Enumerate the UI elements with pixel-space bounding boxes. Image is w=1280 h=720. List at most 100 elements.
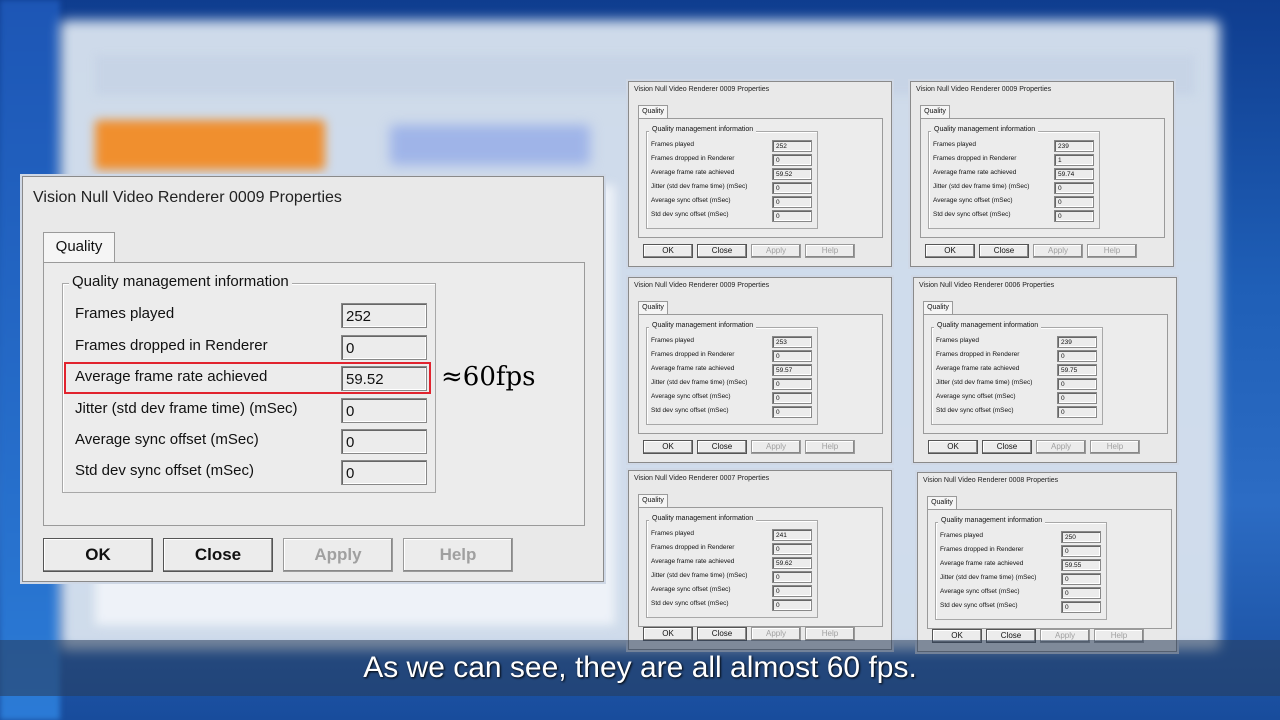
apply-button[interactable]: Apply <box>1033 244 1083 258</box>
row-label: Std dev sync offset (mSec) <box>651 600 729 607</box>
main-row-value-field[interactable]: 0 <box>341 429 427 454</box>
row-value-field[interactable]: 59.52 <box>772 168 812 180</box>
close-button[interactable]: Close <box>697 440 747 454</box>
row-value-field[interactable]: 0 <box>1057 378 1097 390</box>
row-value-field[interactable]: 253 <box>772 336 812 348</box>
tab-quality[interactable]: Quality <box>927 496 957 510</box>
row-value-field[interactable]: 0 <box>1054 210 1094 222</box>
ok-button[interactable]: OK <box>928 440 978 454</box>
row-value-field[interactable]: 59.62 <box>772 557 812 569</box>
row-label: Std dev sync offset (mSec) <box>933 211 1011 218</box>
apply-button[interactable]: Apply <box>751 440 801 454</box>
row-label: Average frame rate achieved <box>933 169 1017 176</box>
close-button[interactable]: Close <box>163 538 273 572</box>
tab-quality[interactable]: Quality <box>638 301 668 315</box>
row-value-field[interactable]: 0 <box>772 599 812 611</box>
help-button[interactable]: Help <box>805 440 855 454</box>
main-row-value-field[interactable]: 0 <box>341 460 427 485</box>
row-label: Jitter (std dev frame time) (mSec) <box>936 379 1033 386</box>
row-value-field[interactable]: 0 <box>772 196 812 208</box>
tab-quality[interactable]: Quality <box>638 105 668 119</box>
group-label: Quality management information <box>69 273 292 290</box>
row-value-field[interactable]: 0 <box>772 392 812 404</box>
close-button[interactable]: Close <box>979 244 1029 258</box>
row-value-field[interactable]: 59.74 <box>1054 168 1094 180</box>
row-label: Frames dropped in Renderer <box>940 546 1024 553</box>
ok-button[interactable]: OK <box>643 627 693 641</box>
row-value-field[interactable]: 250 <box>1061 531 1101 543</box>
help-button[interactable]: Help <box>1090 440 1140 454</box>
row-value-field[interactable]: 0 <box>772 571 812 583</box>
row-value-field[interactable]: 0 <box>1054 196 1094 208</box>
ok-button[interactable]: OK <box>43 538 153 572</box>
main-row-value-field[interactable]: 0 <box>341 398 427 423</box>
apply-button[interactable]: Apply <box>751 627 801 641</box>
row-label: Frames played <box>651 530 694 537</box>
close-button[interactable]: Close <box>697 244 747 258</box>
main-row-value-field[interactable]: 252 <box>341 303 427 328</box>
row-value-field[interactable]: 0 <box>772 350 812 362</box>
row-value-field[interactable]: 0 <box>772 210 812 222</box>
dialog-title: Vision Null Video Renderer 0009 Properti… <box>916 86 1052 93</box>
ok-button[interactable]: OK <box>643 440 693 454</box>
row-value-field[interactable]: 0 <box>772 543 812 555</box>
row-value-field[interactable]: 0 <box>772 585 812 597</box>
fps-annotation: ≈60fps <box>441 362 536 392</box>
tab-quality[interactable]: Quality <box>638 494 668 508</box>
tab-quality[interactable]: Quality <box>923 301 953 315</box>
row-value-field[interactable]: 0 <box>1061 545 1101 557</box>
row-label: Frames dropped in Renderer <box>651 351 735 358</box>
main-row-label: Frames played <box>75 305 175 322</box>
properties-dialog-small: Vision Null Video Renderer 0008 Properti… <box>917 472 1177 652</box>
row-value-field[interactable]: 1 <box>1054 154 1094 166</box>
main-row-value-field[interactable]: 0 <box>341 335 427 360</box>
tab-quality[interactable]: Quality <box>920 105 950 119</box>
apply-button[interactable]: Apply <box>1036 440 1086 454</box>
row-label: Frames dropped in Renderer <box>933 155 1017 162</box>
row-value-field[interactable]: 0 <box>772 406 812 418</box>
close-button[interactable]: Close <box>697 627 747 641</box>
row-label: Frames played <box>936 337 979 344</box>
apply-button[interactable]: Apply <box>283 538 393 572</box>
row-value-field[interactable]: 0 <box>1061 573 1101 585</box>
row-label: Std dev sync offset (mSec) <box>940 602 1018 609</box>
row-label: Average sync offset (mSec) <box>940 588 1020 595</box>
row-value-field[interactable]: 59.55 <box>1061 559 1101 571</box>
row-value-field[interactable]: 0 <box>772 182 812 194</box>
row-value-field[interactable]: 0 <box>772 378 812 390</box>
help-button[interactable]: Help <box>805 627 855 641</box>
ok-button[interactable]: OK <box>925 244 975 258</box>
group-label: Quality management information <box>934 322 1042 329</box>
group-label: Quality management information <box>649 126 757 133</box>
row-value-field[interactable]: 0 <box>1054 182 1094 194</box>
background-blue-button <box>390 125 590 165</box>
dialog-title: Vision Null Video Renderer 0009 Properti… <box>33 189 342 206</box>
row-value-field[interactable]: 0 <box>1057 392 1097 404</box>
row-label: Frames played <box>940 532 983 539</box>
row-label: Jitter (std dev frame time) (mSec) <box>933 183 1030 190</box>
help-button[interactable]: Help <box>403 538 513 572</box>
row-value-field[interactable]: 0 <box>1061 601 1101 613</box>
help-button[interactable]: Help <box>1087 244 1137 258</box>
row-value-field[interactable]: 0 <box>1061 587 1101 599</box>
row-value-field[interactable]: 0 <box>1057 406 1097 418</box>
row-value-field[interactable]: 252 <box>772 140 812 152</box>
help-button[interactable]: Help <box>805 244 855 258</box>
close-button[interactable]: Close <box>982 440 1032 454</box>
ok-button[interactable]: OK <box>643 244 693 258</box>
row-value-field[interactable]: 0 <box>1057 350 1097 362</box>
tab-quality[interactable]: Quality <box>43 232 115 263</box>
row-label: Std dev sync offset (mSec) <box>651 407 729 414</box>
row-value-field[interactable]: 239 <box>1054 140 1094 152</box>
row-value-field[interactable]: 239 <box>1057 336 1097 348</box>
row-label: Frames played <box>933 141 976 148</box>
dialog-title: Vision Null Video Renderer 0009 Properti… <box>634 282 770 289</box>
row-label: Average sync offset (mSec) <box>651 197 731 204</box>
row-label: Average frame rate achieved <box>651 365 735 372</box>
properties-dialog-small: Vision Null Video Renderer 0007 Properti… <box>628 470 892 650</box>
row-value-field[interactable]: 59.57 <box>772 364 812 376</box>
row-value-field[interactable]: 241 <box>772 529 812 541</box>
apply-button[interactable]: Apply <box>751 244 801 258</box>
row-value-field[interactable]: 59.75 <box>1057 364 1097 376</box>
row-value-field[interactable]: 0 <box>772 154 812 166</box>
